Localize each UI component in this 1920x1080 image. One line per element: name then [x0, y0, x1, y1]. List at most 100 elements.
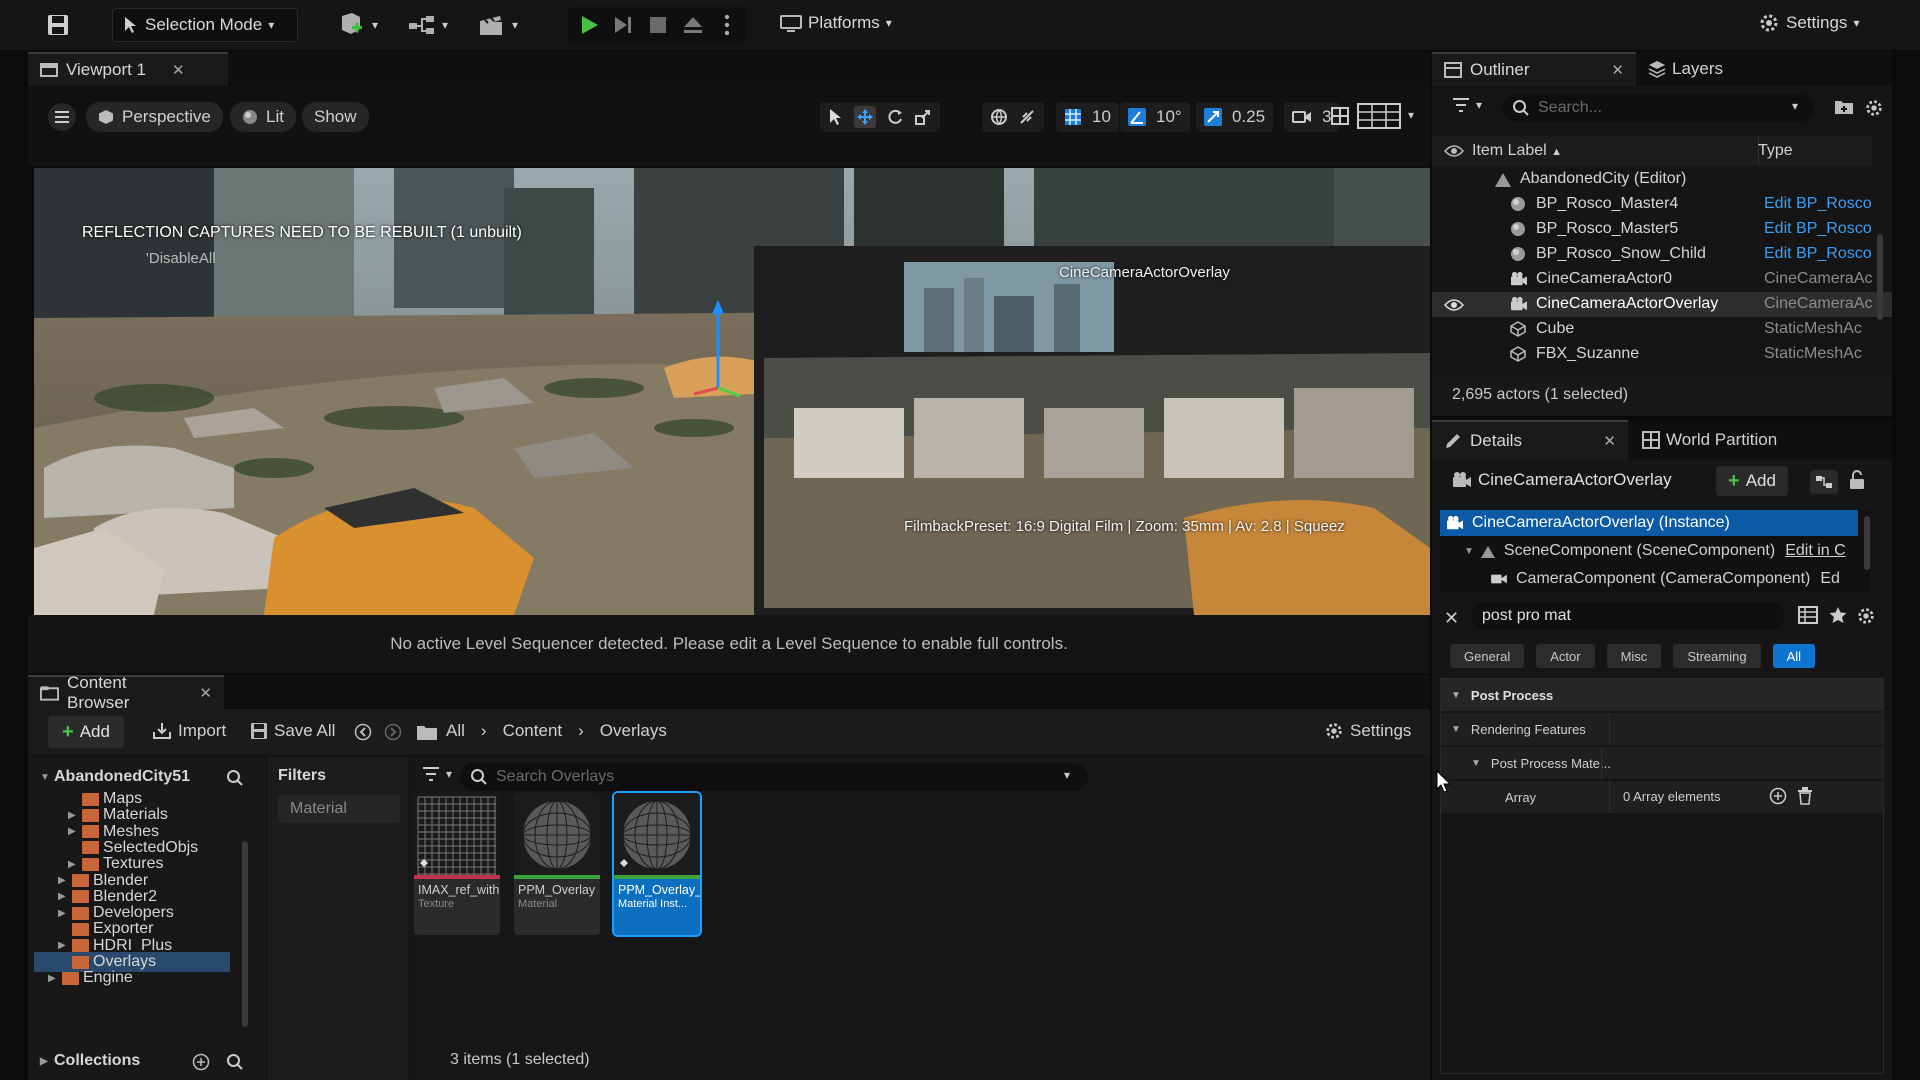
expand-arrow-icon[interactable]: ▶ [68, 859, 78, 870]
close-icon[interactable]: ✕ [172, 61, 185, 79]
filter-tab-streaming[interactable]: Streaming [1673, 644, 1761, 668]
scale-snap-toggle[interactable]: 0.25 [1196, 102, 1274, 132]
edit-blueprint-link[interactable]: Edit BP_Rosco [1764, 245, 1872, 263]
edit-in-cpp-link[interactable]: Ed [1820, 570, 1840, 588]
post-process-materials-row[interactable]: ▼ Post Process Mate... [1441, 747, 1883, 779]
rotate-tool-icon[interactable] [886, 108, 904, 126]
new-folder-icon[interactable] [1834, 98, 1854, 116]
star-icon[interactable] [1828, 606, 1848, 624]
tab-layers[interactable]: Layers [1648, 59, 1723, 79]
filter-tab-misc[interactable]: Misc [1606, 644, 1662, 668]
hamburger-menu-icon[interactable] [48, 103, 76, 131]
expand-arrow-icon[interactable]: ▶ [68, 810, 78, 821]
asset-tile[interactable]: PPM_Overlay_InstMaterial Inst... [612, 791, 702, 937]
expand-arrow-icon[interactable]: ▶ [58, 940, 68, 951]
tab-content-browser[interactable]: Content Browser ✕ [28, 673, 224, 712]
outliner-row[interactable]: BP_Rosco_Master4 Edit BP_Rosco [1432, 192, 1892, 217]
move-tool-icon[interactable] [854, 106, 876, 128]
outliner-row[interactable]: CineCameraActorOverlay CineCameraAc [1432, 292, 1892, 317]
component-row-camera[interactable]: CameraComponent (CameraComponent) Ed [1440, 566, 1858, 592]
platforms-button[interactable]: Platforms ▾ [780, 12, 892, 34]
close-icon[interactable]: ✕ [1603, 432, 1616, 450]
eject-icon[interactable] [682, 14, 704, 36]
visibility-eye-icon[interactable] [1444, 297, 1464, 313]
component-row-scene[interactable]: ▼ SceneComponent (SceneComponent) Edit i… [1440, 538, 1858, 564]
item-label-column[interactable]: Item Label ▲ [1472, 142, 1562, 160]
viewport-scene[interactable]: REFLECTION CAPTURES NEED TO BE REBUILT (… [34, 168, 1430, 615]
collections-header[interactable]: ▶ Collections [40, 1051, 140, 1071]
more-options-icon[interactable] [724, 13, 730, 37]
cinematics-menu-button[interactable]: ▾ [478, 14, 518, 36]
outliner-search-input[interactable]: Search... ▾ [1502, 94, 1814, 122]
post-process-section[interactable]: ▼ Post Process [1441, 679, 1883, 711]
outliner-row[interactable]: FBX_Suzanne StaticMeshAc [1432, 342, 1892, 367]
component-tree-scrollbar[interactable] [1864, 516, 1870, 570]
save-icon[interactable] [46, 13, 70, 37]
outliner-row[interactable]: BP_Rosco_Master5 Edit BP_Rosco [1432, 217, 1892, 242]
back-icon[interactable] [354, 723, 372, 741]
surface-snap-icon[interactable] [1018, 108, 1036, 126]
asset-tile[interactable]: IMAX_ref_withSweet...Texture [414, 793, 500, 935]
outliner-world-row[interactable]: AbandonedCity (Editor) [1432, 167, 1892, 192]
cb-settings-button[interactable]: Settings [1324, 721, 1411, 741]
settings-button[interactable]: Settings ▾ [1758, 12, 1859, 34]
table-view-icon[interactable] [1798, 606, 1818, 624]
gear-icon[interactable] [1864, 98, 1884, 118]
edit-blueprint-link[interactable]: Edit BP_Rosco [1764, 220, 1872, 238]
add-component-button[interactable]: + Add [1716, 466, 1788, 496]
tab-outliner[interactable]: Outliner ✕ [1432, 52, 1636, 86]
edit-blueprint-link[interactable]: Edit BP_Rosco [1764, 195, 1872, 213]
outliner-row[interactable]: Cube StaticMeshAc [1432, 317, 1892, 342]
skip-frame-icon[interactable] [612, 14, 634, 36]
chevron-down-icon[interactable]: ▾ [1064, 768, 1070, 782]
clear-search-icon[interactable]: ✕ [1444, 608, 1459, 629]
layout-icon[interactable] [1330, 106, 1350, 126]
asset-search-input[interactable]: Search Overlays ▾ [460, 763, 1088, 791]
tree-folder-engine[interactable]: ▶ Engine [48, 968, 133, 988]
tree-root[interactable]: ▼ AbandonedCity51 [40, 767, 190, 787]
filter-tab-actor[interactable]: Actor [1536, 644, 1595, 668]
folder-icon[interactable] [416, 723, 438, 741]
blueprint-convert-icon[interactable] [1810, 470, 1838, 494]
details-search-input[interactable]: post pro mat [1472, 602, 1784, 630]
close-icon[interactable]: ✕ [1611, 61, 1624, 79]
add-collection-icon[interactable] [192, 1053, 210, 1071]
breadcrumb-overlays[interactable]: Overlays [600, 721, 667, 741]
expand-arrow-icon[interactable]: ▶ [48, 973, 58, 984]
play-icon[interactable] [578, 14, 600, 36]
outliner-scrollbar[interactable] [1877, 234, 1883, 320]
expand-arrow-icon[interactable]: ▶ [58, 908, 68, 919]
viewport-layout-dropdown[interactable] [1356, 102, 1402, 130]
blueprint-menu-button[interactable]: ▾ [408, 14, 448, 36]
visibility-eye-icon[interactable] [1444, 143, 1464, 159]
tab-viewport-1[interactable]: Viewport 1 ✕ [28, 52, 228, 86]
material-filter-chip[interactable]: Material [278, 795, 400, 823]
expand-arrow-icon[interactable]: ▶ [68, 826, 78, 837]
tab-details[interactable]: Details ✕ [1432, 420, 1628, 460]
asset-tile[interactable]: PPM_Overlay Material [514, 793, 600, 935]
search-icon[interactable] [226, 769, 244, 787]
stop-icon[interactable] [648, 15, 668, 35]
selection-mode-dropdown[interactable]: Selection Mode ▾ [112, 8, 298, 42]
save-all-button[interactable]: Save All [250, 721, 335, 741]
filter-dropdown[interactable]: ▾ [422, 767, 452, 781]
add-button[interactable]: + Add [48, 716, 124, 748]
outliner-row[interactable]: BP_Rosco_Snow_Child Edit BP_Rosco [1432, 242, 1892, 267]
outliner-filter-dropdown[interactable]: ▾ [1452, 98, 1482, 112]
lock-icon[interactable] [1848, 470, 1866, 490]
import-button[interactable]: Import [152, 721, 226, 741]
grid-snap-toggle[interactable]: 10 [1056, 102, 1119, 132]
outliner-row[interactable]: CineCameraActor0 CineCameraAc [1432, 267, 1892, 292]
add-element-icon[interactable] [1769, 787, 1787, 805]
world-space-icon[interactable] [990, 108, 1008, 126]
component-row-instance[interactable]: CineCameraActorOverlay (Instance) [1440, 510, 1858, 536]
tree-scrollbar[interactable] [242, 841, 248, 1027]
gear-icon[interactable] [1856, 606, 1876, 626]
filter-tab-general[interactable]: General [1450, 644, 1525, 668]
forward-icon[interactable] [384, 723, 402, 741]
chevron-down-icon[interactable]: ▾ [1792, 99, 1798, 113]
expand-arrow-icon[interactable]: ▶ [58, 891, 68, 902]
expand-arrow-icon[interactable]: ▶ [58, 875, 68, 886]
breadcrumb-content[interactable]: Content [503, 721, 563, 741]
breadcrumb-all[interactable]: All [446, 721, 465, 741]
